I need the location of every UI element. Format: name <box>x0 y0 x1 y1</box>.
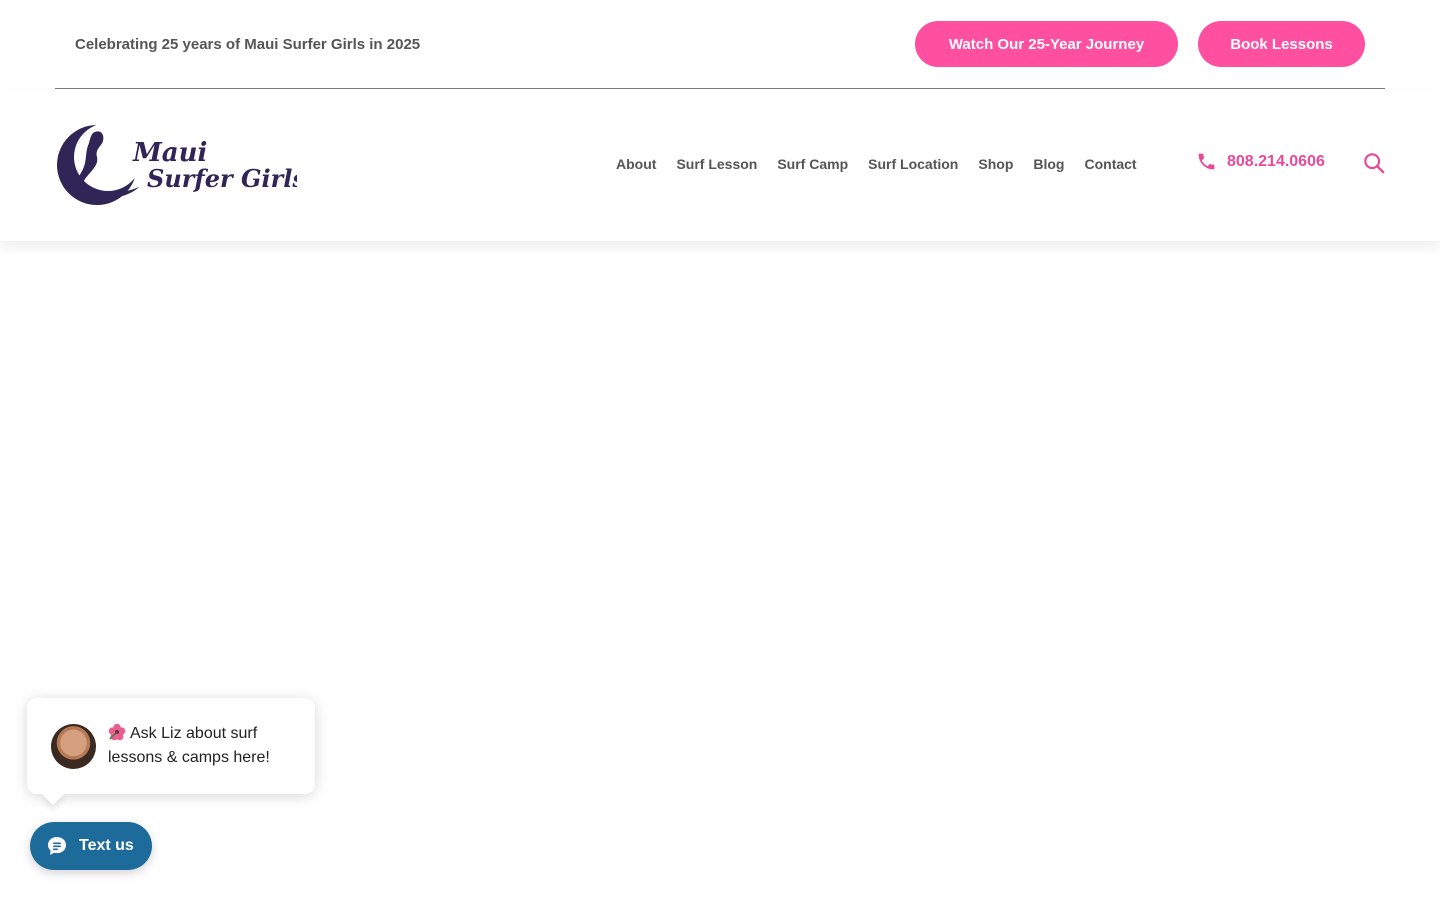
text-us-button[interactable]: Text us <box>30 822 152 870</box>
hibiscus-icon <box>108 723 126 741</box>
chat-bubble-icon <box>48 837 66 855</box>
topbar-buttons: Watch Our 25-Year Journey Book Lessons <box>915 21 1365 67</box>
nav-item-surf-camp[interactable]: Surf Camp <box>767 153 858 175</box>
nav-item-surf-location[interactable]: Surf Location <box>858 153 968 175</box>
avatar <box>51 723 96 769</box>
nav-item-about[interactable]: About <box>606 153 666 175</box>
search-icon[interactable] <box>1363 152 1385 174</box>
site-header: Maui Surfer Girls About Surf Lesson Surf… <box>0 89 1440 241</box>
chat-prompt-card[interactable]: Ask Liz about surf lessons & camps here! <box>27 698 315 794</box>
chat-message-line1: Ask Liz about surf <box>130 725 258 742</box>
phone-link[interactable]: 808.214.0606 <box>1196 151 1325 172</box>
phone-number: 808.214.0606 <box>1227 152 1325 170</box>
nav-item-shop[interactable]: Shop <box>968 153 1023 175</box>
chat-message-line2: lessons & camps here! <box>108 749 270 766</box>
nav-item-surf-lesson[interactable]: Surf Lesson <box>666 153 767 175</box>
watch-journey-button[interactable]: Watch Our 25-Year Journey <box>915 21 1178 67</box>
nav-item-contact[interactable]: Contact <box>1074 153 1146 175</box>
announcement-text: Celebrating 25 years of Maui Surfer Girl… <box>75 35 421 53</box>
text-us-label: Text us <box>79 837 134 854</box>
chat-message: Ask Liz about surf lessons & camps here! <box>108 722 270 770</box>
logo-text-line2: Surfer Girls <box>147 164 297 193</box>
main-nav: About Surf Lesson Surf Camp Surf Locatio… <box>606 153 1147 175</box>
nav-item-blog[interactable]: Blog <box>1023 153 1074 175</box>
announcement-bar: Celebrating 25 years of Maui Surfer Girl… <box>55 0 1385 89</box>
phone-icon <box>1198 153 1215 170</box>
book-lessons-button[interactable]: Book Lessons <box>1198 21 1365 67</box>
maui-surfer-girls-logo: Maui Surfer Girls <box>57 123 297 205</box>
